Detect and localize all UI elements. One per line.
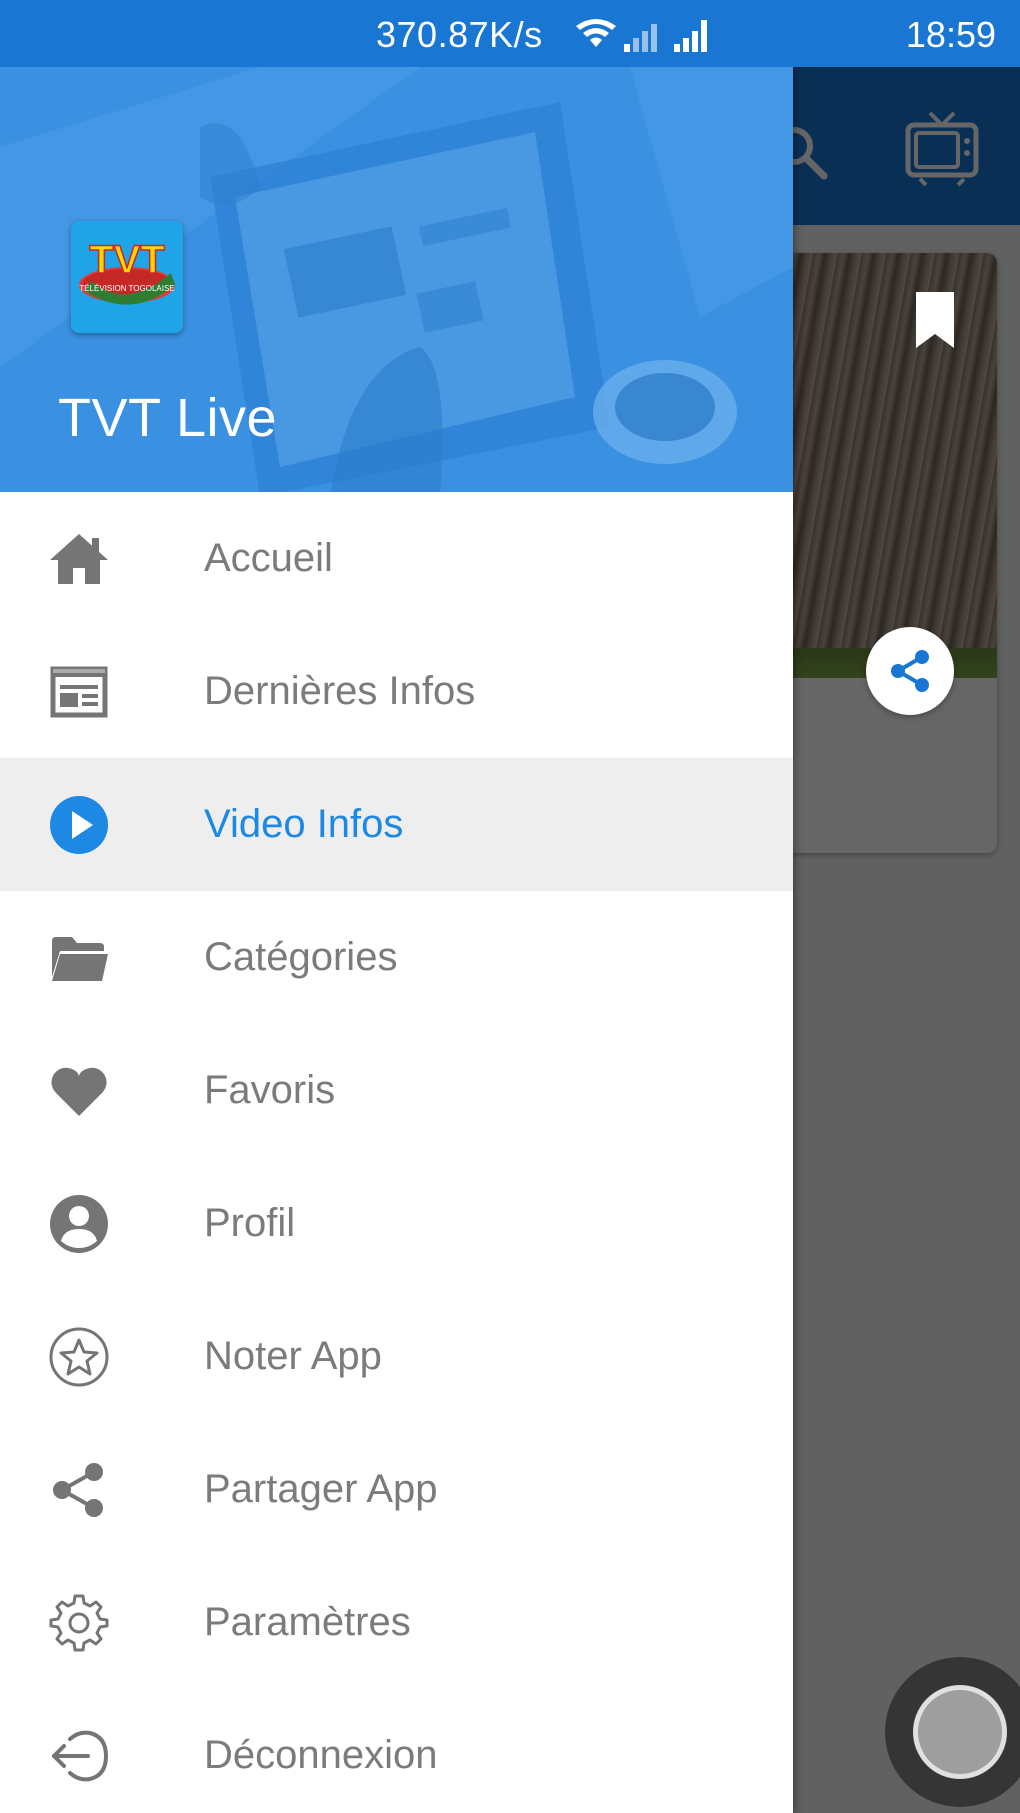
menu-label: Partager App <box>204 1467 438 1511</box>
status-bar: 370.87K/s 18:59 <box>0 0 1020 67</box>
menu-item-noter-app[interactable]: Noter App <box>0 1290 793 1423</box>
network-speed: 370.87K/s <box>376 14 543 55</box>
app-title: TVT Live <box>58 388 278 448</box>
menu-label: Catégories <box>204 935 398 979</box>
menu-item-deconnexion[interactable]: Déconnexion <box>0 1689 793 1813</box>
newspaper-icon <box>50 666 108 718</box>
logout-icon <box>52 1730 109 1782</box>
menu-label: Accueil <box>204 536 333 580</box>
menu-item-accueil[interactable]: Accueil <box>0 492 793 625</box>
share-button[interactable] <box>866 627 954 715</box>
menu-item-parametres[interactable]: Paramètres <box>0 1556 793 1689</box>
folder-icon <box>52 937 108 981</box>
clock: 18:59 <box>905 14 996 55</box>
floating-button[interactable] <box>913 1685 1007 1779</box>
menu-item-partager-app[interactable]: Partager App <box>0 1423 793 1556</box>
menu-label: Video Infos <box>204 802 404 846</box>
menu-label: Noter App <box>204 1334 382 1378</box>
play-circle-icon <box>50 796 108 854</box>
star-circle-icon <box>49 1327 109 1387</box>
status-icons <box>576 19 707 52</box>
drawer-header: TVT TÉLÉVISION TOGOLAISE TVT Live <box>0 67 793 492</box>
svg-text:TÉLÉVISION TOGOLAISE: TÉLÉVISION TOGOLAISE <box>79 284 174 293</box>
signal-icon <box>674 20 707 52</box>
menu-item-categories[interactable]: Catégories <box>0 891 793 1024</box>
app-logo: TVT TÉLÉVISION TOGOLAISE <box>71 221 183 333</box>
menu-label: Paramètres <box>204 1600 411 1644</box>
menu-item-profil[interactable]: Profil <box>0 1157 793 1290</box>
bookmark-icon[interactable] <box>910 290 960 350</box>
menu-label: Déconnexion <box>204 1733 438 1777</box>
menu-label: Favoris <box>204 1068 336 1112</box>
drawer-menu: Accueil Dernières Infos Video Infos Caté… <box>0 492 793 1813</box>
svg-text:TVT: TVT <box>89 238 165 282</box>
share-icon <box>53 1463 103 1517</box>
heart-icon <box>51 1067 107 1116</box>
menu-item-dernieres-infos[interactable]: Dernières Infos <box>0 625 793 758</box>
home-icon <box>50 534 108 584</box>
share-icon <box>891 650 929 692</box>
gear-icon <box>49 1594 109 1652</box>
account-circle-icon <box>50 1195 108 1253</box>
menu-item-video-infos[interactable]: Video Infos <box>0 758 793 891</box>
menu-label: Dernières Infos <box>204 669 476 713</box>
navigation-drawer: TVT TÉLÉVISION TOGOLAISE TVT Live Accuei… <box>0 67 793 1813</box>
menu-item-favoris[interactable]: Favoris <box>0 1024 793 1157</box>
wifi-icon <box>576 19 616 47</box>
signal-icon <box>624 24 657 52</box>
menu-label: Profil <box>204 1201 296 1245</box>
